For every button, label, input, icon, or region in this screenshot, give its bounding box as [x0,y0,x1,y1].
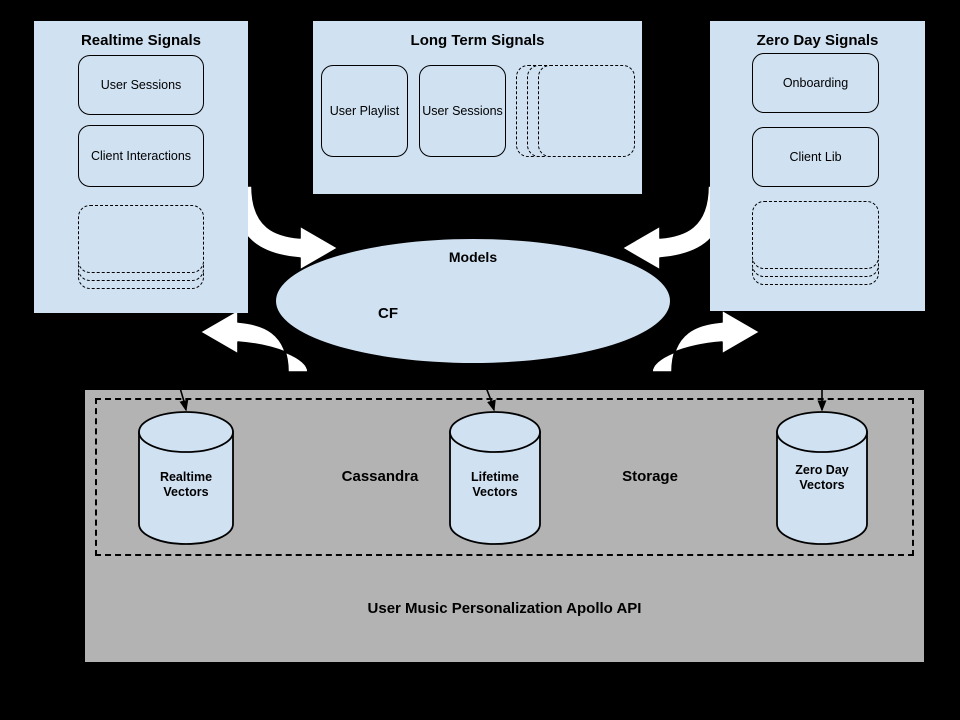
zeroday-vectors-line1: Zero Day [795,463,849,477]
lifetime-vectors-line2: Vectors [472,485,518,499]
models-title: Models [448,249,498,265]
cylinder-realtime-vectors-label: Realtime Vectors [136,470,236,500]
panel-long-term-signals: Long Term Signals User Playlist User Ses… [313,21,642,194]
node-client-lib[interactable]: Client Lib [752,127,879,187]
node-user-playlist[interactable]: User Playlist [321,65,408,157]
cube-cf-label: CF [378,305,398,322]
node-onboarding-label: Onboarding [782,75,849,90]
node-client-lib-label: Client Lib [789,149,842,164]
node-long-term-user-sessions-label: User Sessions [422,103,503,118]
node-long-term-user-sessions[interactable]: User Sessions [419,65,506,157]
realtime-vectors-line2: Vectors [163,485,209,499]
cylinder-lifetime-vectors-label: Lifetime Vectors [445,470,545,500]
node-client-interactions[interactable]: Client Interactions [78,125,204,187]
node-user-playlist-label: User Playlist [329,103,400,118]
panel-realtime-signals: Realtime Signals User Sessions Client In… [34,21,248,313]
node-user-sessions-label: User Sessions [100,77,182,92]
zeroday-vectors-line2: Vectors [799,478,845,492]
arrow-models-to-lifetime-vectors [475,362,496,412]
node-realtime-placeholder-1[interactable] [78,205,204,273]
node-zero-day-placeholder-1[interactable] [752,201,879,269]
node-client-interactions-label: Client Interactions [90,148,192,163]
storage-label: Storage [622,468,678,485]
block-arrow-models-to-zeroday [651,309,761,373]
lifetime-vectors-line1: Lifetime [471,470,519,484]
models-ellipse: Models [275,238,671,364]
panel-zero-day-signals-title: Zero Day Signals [756,32,879,49]
node-onboarding[interactable]: Onboarding [752,53,879,113]
arrow-models-to-realtime-vectors [170,362,189,412]
node-user-sessions[interactable]: User Sessions [78,55,204,115]
diagram-canvas: Models CF Realtime Signals User Sessions… [0,0,960,720]
cylinder-zeroday-vectors-label: Zero Day Vectors [772,463,872,493]
panel-realtime-signals-title: Realtime Signals [80,32,202,49]
node-long-term-placeholder-3[interactable] [538,65,635,157]
panel-long-term-signals-title: Long Term Signals [410,32,545,49]
apollo-api-label: User Music Personalization Apollo API [367,600,642,617]
realtime-vectors-line1: Realtime [159,470,213,484]
panel-zero-day-signals: Zero Day Signals Onboarding Client Lib [710,21,925,311]
